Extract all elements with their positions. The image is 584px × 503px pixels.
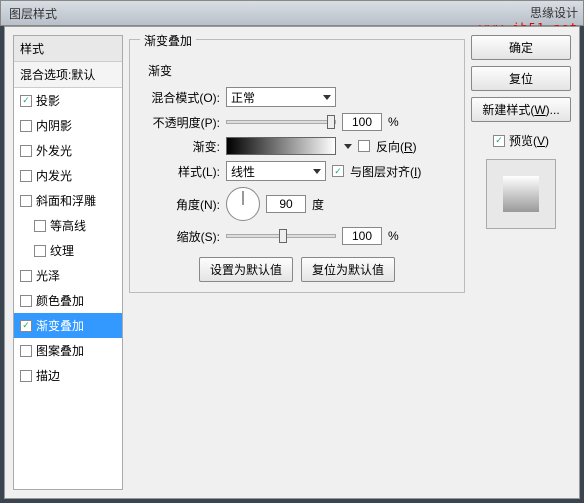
make-default-button[interactable]: 设置为默认值	[199, 257, 293, 282]
style-item-label: 渐变叠加	[36, 317, 84, 334]
style-checkbox[interactable]	[20, 370, 32, 382]
style-item-label: 图案叠加	[36, 342, 84, 359]
style-select[interactable]: 线性	[226, 161, 326, 181]
styles-list: 样式 混合选项:默认 投影内阴影外发光内发光斜面和浮雕等高线纹理光泽颜色叠加渐变…	[13, 35, 123, 490]
style-item-6[interactable]: 纹理	[14, 238, 122, 263]
scale-slider[interactable]	[226, 234, 336, 238]
style-item-label: 投影	[36, 92, 60, 109]
style-item-label: 纹理	[50, 242, 74, 259]
style-item-4[interactable]: 斜面和浮雕	[14, 188, 122, 213]
style-item-3[interactable]: 内发光	[14, 163, 122, 188]
opacity-slider[interactable]	[226, 120, 336, 124]
settings-panel: 渐变叠加 渐变 混合模式(O): 正常 不透明度(P): 100 % 渐变:	[129, 35, 465, 490]
style-item-label: 外发光	[36, 142, 72, 159]
gradient-label: 渐变:	[140, 138, 220, 155]
style-checkbox[interactable]	[20, 145, 32, 157]
window-title: 图层样式	[9, 5, 57, 22]
ok-button[interactable]: 确定	[471, 35, 571, 60]
slider-thumb[interactable]	[279, 229, 287, 243]
blend-mode-select[interactable]: 正常	[226, 87, 336, 107]
align-checkbox[interactable]	[332, 165, 344, 177]
style-checkbox[interactable]	[20, 295, 32, 307]
style-item-label: 内发光	[36, 167, 72, 184]
chevron-down-icon	[323, 95, 331, 100]
style-item-label: 等高线	[50, 217, 86, 234]
style-item-label: 斜面和浮雕	[36, 192, 96, 209]
angle-value[interactable]: 90	[266, 195, 306, 213]
gradient-picker[interactable]	[226, 137, 336, 155]
blend-mode-label: 混合模式(O):	[140, 89, 220, 106]
reset-button[interactable]: 复位	[471, 66, 571, 91]
style-checkbox[interactable]	[20, 270, 32, 282]
reverse-label: 反向(R)	[376, 138, 417, 155]
style-item-11[interactable]: 描边	[14, 363, 122, 388]
reverse-checkbox[interactable]	[358, 140, 370, 152]
preview-checkbox[interactable]	[493, 135, 505, 147]
style-checkbox[interactable]	[20, 120, 32, 132]
style-label: 样式(L):	[140, 163, 220, 180]
new-style-button[interactable]: 新建样式(W)...	[471, 97, 571, 122]
chevron-down-icon	[313, 169, 321, 174]
style-item-10[interactable]: 图案叠加	[14, 338, 122, 363]
style-checkbox[interactable]	[20, 170, 32, 182]
style-item-5[interactable]: 等高线	[14, 213, 122, 238]
style-item-2[interactable]: 外发光	[14, 138, 122, 163]
blend-options-default[interactable]: 混合选项:默认	[14, 62, 122, 88]
align-label: 与图层对齐(I)	[350, 163, 421, 180]
style-checkbox[interactable]	[20, 345, 32, 357]
style-item-label: 颜色叠加	[36, 292, 84, 309]
style-item-8[interactable]: 颜色叠加	[14, 288, 122, 313]
style-checkbox[interactable]	[34, 245, 46, 257]
scale-label: 缩放(S):	[140, 228, 220, 245]
style-checkbox[interactable]	[20, 320, 32, 332]
style-checkbox[interactable]	[20, 95, 32, 107]
right-buttons: 确定 复位 新建样式(W)... 预览(V)	[471, 35, 571, 490]
degree-label: 度	[312, 196, 324, 213]
style-checkbox[interactable]	[20, 195, 32, 207]
gradient-overlay-group: 渐变叠加 渐变 混合模式(O): 正常 不透明度(P): 100 % 渐变:	[129, 39, 465, 293]
preview-label: 预览(V)	[509, 132, 549, 149]
style-item-1[interactable]: 内阴影	[14, 113, 122, 138]
style-checkbox[interactable]	[34, 220, 46, 232]
styles-header: 样式	[14, 36, 122, 62]
opacity-value[interactable]: 100	[342, 113, 382, 131]
reset-default-button[interactable]: 复位为默认值	[301, 257, 395, 282]
angle-label: 角度(N):	[140, 196, 220, 213]
group-legend: 渐变叠加	[140, 32, 196, 49]
style-item-9[interactable]: 渐变叠加	[14, 313, 122, 338]
angle-dial[interactable]	[226, 187, 260, 221]
chevron-down-icon[interactable]	[344, 144, 352, 149]
preview-swatch	[486, 159, 556, 229]
section-title: 渐变	[148, 62, 454, 79]
style-item-label: 内阴影	[36, 117, 72, 134]
style-item-label: 描边	[36, 367, 60, 384]
dialog-body: 样式 混合选项:默认 投影内阴影外发光内发光斜面和浮雕等高线纹理光泽颜色叠加渐变…	[4, 26, 580, 499]
style-item-label: 光泽	[36, 267, 60, 284]
scale-value[interactable]: 100	[342, 227, 382, 245]
slider-thumb[interactable]	[327, 115, 335, 129]
style-item-0[interactable]: 投影	[14, 88, 122, 113]
style-item-7[interactable]: 光泽	[14, 263, 122, 288]
opacity-label: 不透明度(P):	[140, 114, 220, 131]
